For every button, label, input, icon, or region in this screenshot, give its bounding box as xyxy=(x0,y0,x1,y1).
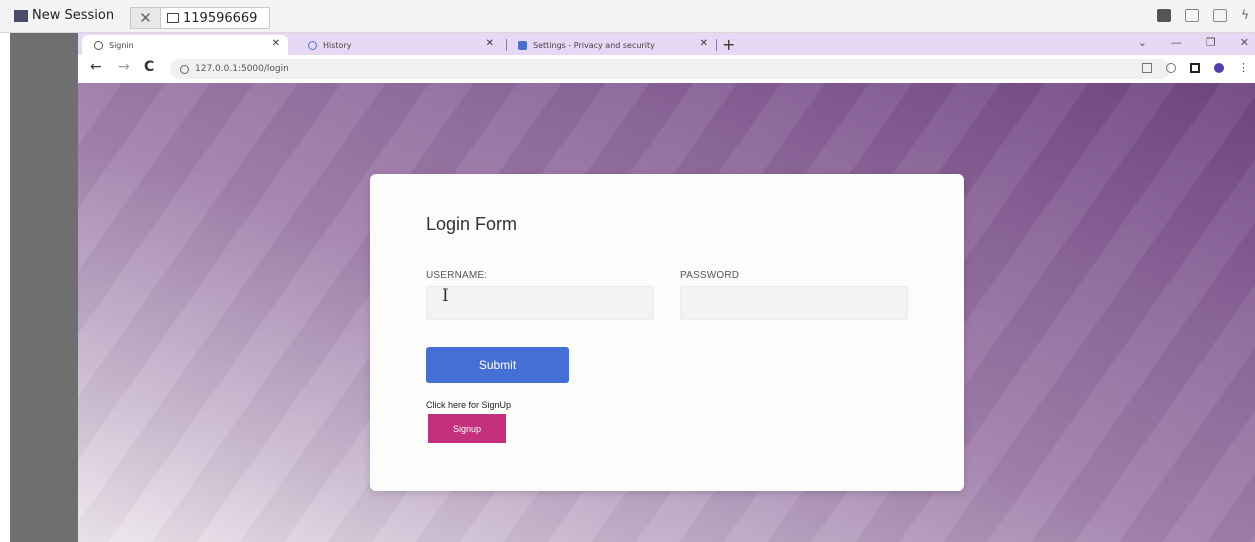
password-label: PASSWORD xyxy=(680,270,740,281)
text-cursor-icon: I xyxy=(442,286,449,306)
session-tools: ϟ xyxy=(1157,8,1249,22)
lightning-icon[interactable]: ϟ xyxy=(1241,8,1249,22)
share-icon[interactable] xyxy=(1142,62,1152,73)
tab-label: History xyxy=(323,40,352,50)
keyboard-icon[interactable] xyxy=(1213,8,1228,22)
session-id: 119596669 xyxy=(183,10,258,26)
history-icon xyxy=(308,40,317,50)
address-row: ← → C 127.0.0.1:5000/login ⋮ xyxy=(78,55,1255,83)
username-label: USERNAME: xyxy=(426,270,488,281)
tab-close-icon[interactable]: ✕ xyxy=(486,38,494,49)
globe-icon xyxy=(94,40,103,50)
window-icon[interactable] xyxy=(1185,8,1200,22)
page-viewport: Login Form USERNAME: PASSWORD I Submit C… xyxy=(78,83,1255,542)
tab-signin[interactable]: Signin ✕ xyxy=(82,35,288,55)
session-id-box[interactable]: ✕ 119596669 xyxy=(130,7,270,29)
new-session-button[interactable]: New Session xyxy=(14,8,114,23)
new-tab-button[interactable]: + xyxy=(722,35,735,54)
window-controls: ⌄ — ❐ ✕ xyxy=(1138,36,1249,49)
new-session-label: New Session xyxy=(32,8,115,23)
url-text: 127.0.0.1:5000/login xyxy=(195,64,289,74)
tab-close-icon[interactable]: ✕ xyxy=(272,38,280,49)
tab-close-icon[interactable]: ✕ xyxy=(700,38,708,49)
reload-button[interactable]: C xyxy=(144,59,154,75)
tab-settings[interactable]: Settings - Privacy and security ✕ xyxy=(506,35,716,55)
login-card: Login Form USERNAME: PASSWORD I Submit C… xyxy=(370,174,964,491)
back-button[interactable]: ← xyxy=(90,59,102,75)
username-input[interactable] xyxy=(426,286,654,320)
minimize-button[interactable]: — xyxy=(1171,36,1182,49)
form-title: Login Form xyxy=(426,214,518,234)
chevron-down-icon[interactable]: ⌄ xyxy=(1138,36,1147,49)
tab-history[interactable]: History ✕ xyxy=(296,35,502,55)
menu-icon[interactable]: ⋮ xyxy=(1238,61,1249,74)
sidepanel-icon[interactable] xyxy=(1190,62,1200,73)
session-toolbar: New Session ✕ 119596669 ϟ xyxy=(0,0,1255,33)
info-icon[interactable] xyxy=(180,64,189,74)
tab-label: Settings - Privacy and security xyxy=(533,40,655,50)
browser-chrome: Signin ✕ History ✕ Settings - Privacy an… xyxy=(78,33,1255,83)
close-window-button[interactable]: ✕ xyxy=(1240,36,1249,49)
left-sidebar xyxy=(10,33,78,542)
session-icon xyxy=(14,9,28,22)
star-icon[interactable] xyxy=(1166,62,1176,73)
submit-button[interactable]: Submit xyxy=(426,347,569,383)
close-icon[interactable]: ✕ xyxy=(131,8,161,28)
gear-icon xyxy=(518,40,527,50)
restore-button[interactable]: ❐ xyxy=(1206,36,1216,49)
monitor-icon xyxy=(167,13,179,23)
tab-label: Signin xyxy=(109,40,134,50)
address-actions: ⋮ xyxy=(1142,61,1249,74)
signup-prompt: Click here for SignUp xyxy=(426,400,512,410)
tab-divider xyxy=(716,39,717,51)
profile-icon[interactable] xyxy=(1214,62,1224,73)
signup-button[interactable]: Signup xyxy=(428,414,506,443)
address-bar[interactable]: 127.0.0.1:5000/login xyxy=(170,59,1170,79)
tab-strip: Signin ✕ History ✕ Settings - Privacy an… xyxy=(78,33,1255,55)
screen-icon[interactable] xyxy=(1157,8,1172,22)
password-input[interactable] xyxy=(680,286,908,320)
forward-button[interactable]: → xyxy=(118,59,130,75)
